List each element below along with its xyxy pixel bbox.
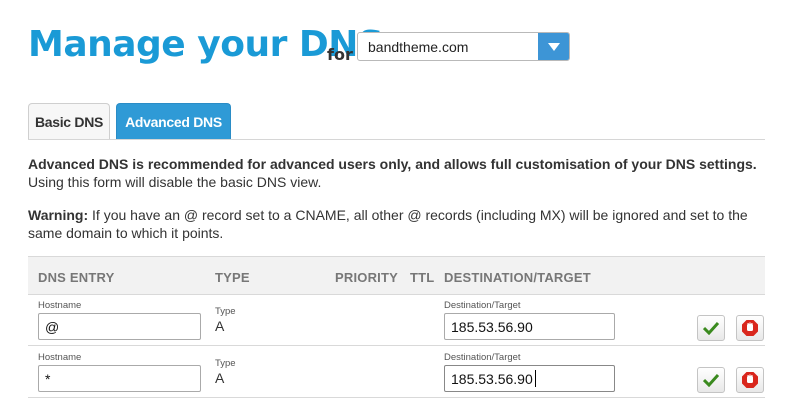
col-type: TYPE xyxy=(215,270,250,285)
col-dns-entry: DNS ENTRY xyxy=(38,270,115,285)
advanced-info-text: Advanced DNS is recommended for advanced… xyxy=(28,155,757,191)
table-row: Hostname @ Type A Destination/Target 185… xyxy=(28,295,765,346)
domain-select-value: bandtheme.com xyxy=(368,38,469,55)
delete-row-button[interactable] xyxy=(736,315,764,341)
hostname-input[interactable]: @ xyxy=(38,313,201,340)
checkmark-icon xyxy=(703,321,719,335)
delete-row-button[interactable] xyxy=(736,367,764,393)
hostname-label: Hostname xyxy=(38,300,82,311)
warning-text: Warning: If you have an @ record set to … xyxy=(28,206,768,242)
tab-basic-dns[interactable]: Basic DNS xyxy=(28,103,110,139)
type-value: A xyxy=(215,318,225,334)
tab-advanced-dns[interactable]: Advanced DNS xyxy=(116,103,231,139)
table-row: Hostname * Type A Destination/Target 185… xyxy=(28,347,765,398)
checkmark-icon xyxy=(703,373,719,387)
chevron-down-icon[interactable] xyxy=(538,33,569,60)
save-row-button[interactable] xyxy=(697,315,725,341)
hostname-input[interactable]: * xyxy=(38,365,201,392)
type-label: Type xyxy=(215,306,236,317)
advanced-info-bold: Advanced DNS is recommended for advanced… xyxy=(28,156,757,172)
col-priority: PRIORITY xyxy=(335,270,398,285)
col-ttl: TTL xyxy=(410,270,435,285)
hostname-label: Hostname xyxy=(38,352,82,363)
warning-label: Warning: xyxy=(28,207,89,223)
warning-message: If you have an @ record set to a CNAME, … xyxy=(28,207,748,241)
for-label: for xyxy=(327,45,353,64)
stop-hand-icon xyxy=(742,372,758,388)
type-label: Type xyxy=(215,358,236,369)
destination-label: Destination/Target xyxy=(444,300,521,311)
col-destination: DESTINATION/TARGET xyxy=(444,270,591,285)
save-row-button[interactable] xyxy=(697,367,725,393)
domain-select[interactable]: bandtheme.com xyxy=(357,32,570,61)
destination-input[interactable]: 185.53.56.90 xyxy=(444,313,615,340)
advanced-info-rest: Using this form will disable the basic D… xyxy=(28,174,322,190)
stop-hand-icon xyxy=(742,320,758,336)
tab-divider xyxy=(28,139,765,140)
destination-value: 185.53.56.90 xyxy=(451,370,533,387)
destination-label: Destination/Target xyxy=(444,352,521,363)
dns-table-header: DNS ENTRY TYPE PRIORITY TTL DESTINATION/… xyxy=(28,256,765,295)
text-cursor xyxy=(534,370,536,387)
destination-input-focused[interactable]: 185.53.56.90 xyxy=(444,365,615,392)
type-value: A xyxy=(215,370,225,386)
